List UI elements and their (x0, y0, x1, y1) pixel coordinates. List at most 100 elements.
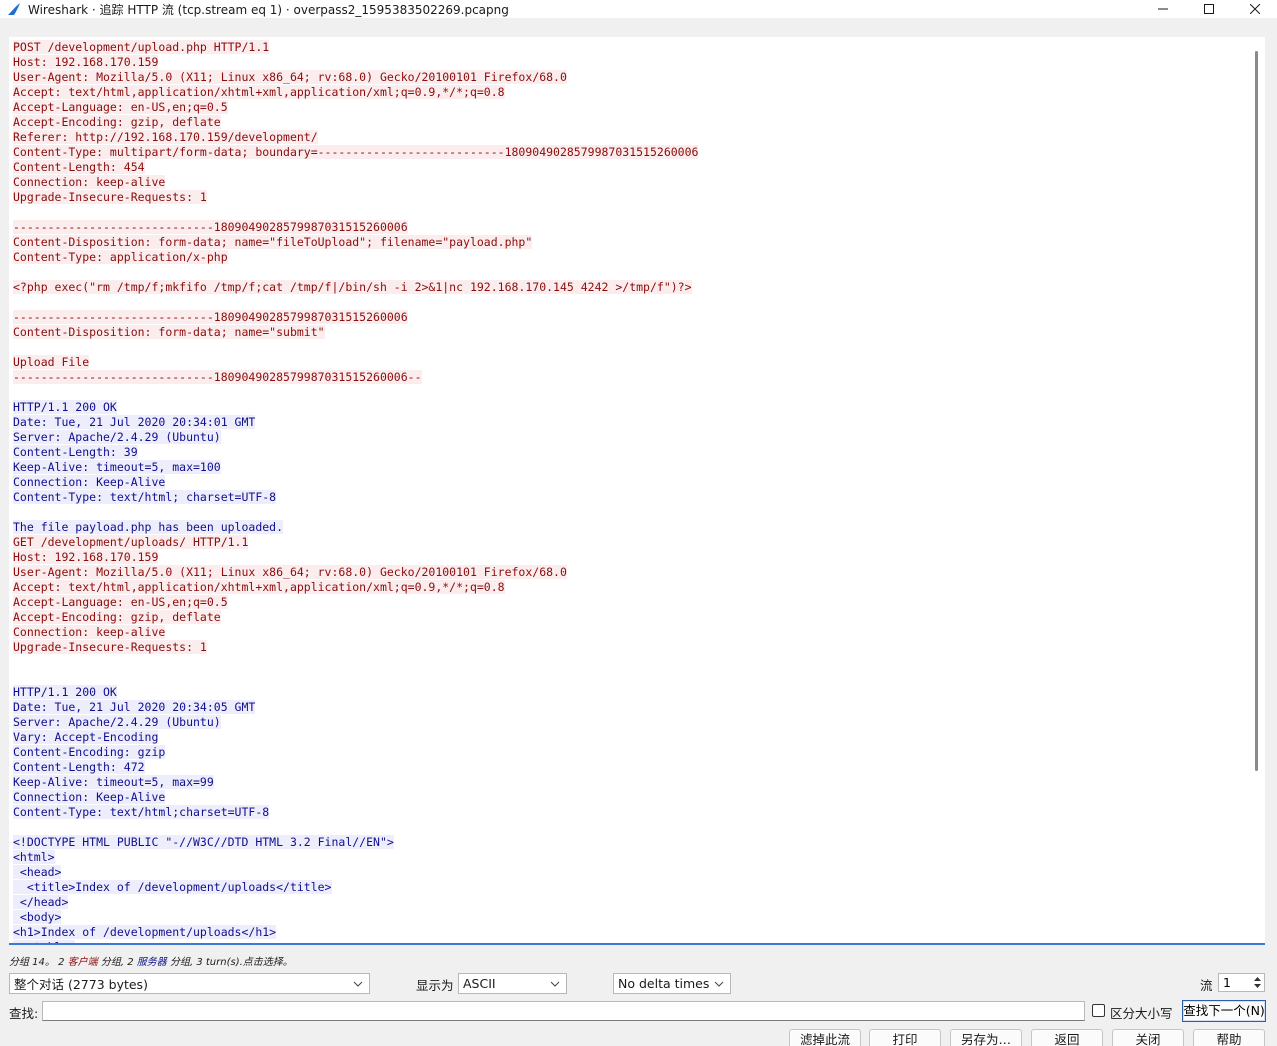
stream-line-text: Connection: Keep-Alive (13, 790, 166, 804)
client-stream-line: Upload File (13, 355, 1249, 370)
show-as-label: 显示为 (416, 978, 454, 993)
delta-times-select[interactable]: No delta times (613, 973, 731, 994)
server-stream-line: <body> (13, 910, 1249, 925)
stream-line-text: Upload File (13, 355, 90, 369)
window-title: Wireshark · 追踪 HTTP 流 (tcp.stream eq 1) … (28, 2, 509, 17)
server-stream-line: Server: Apache/2.4.29 (Ubuntu) (13, 715, 1249, 730)
server-stream-line: Content-Type: text/html; charset=UTF-8 (13, 490, 1249, 505)
stream-line-text: Content-Disposition: form-data; name="su… (13, 325, 325, 339)
find-next-button[interactable]: 查找下一个(N) (1182, 1000, 1266, 1022)
client-stream-line (13, 385, 1249, 400)
stream-line-text: Connection: Keep-Alive (13, 475, 166, 489)
maximize-button[interactable] (1186, 0, 1232, 18)
stream-line-text: <!DOCTYPE HTML PUBLIC "-//W3C//DTD HTML … (13, 835, 394, 849)
stream-line-text: Accept-Language: en-US,en;q=0.5 (13, 595, 228, 609)
stream-line-text: POST /development/upload.php HTTP/1.1 (13, 40, 270, 54)
print-button[interactable]: 打印 (869, 1029, 941, 1046)
server-stream-line: Content-Length: 472 (13, 760, 1249, 775)
help-button[interactable]: 帮助 (1193, 1029, 1265, 1046)
client-stream-line: User-Agent: Mozilla/5.0 (X11; Linux x86_… (13, 565, 1249, 580)
scrollbar-thumb[interactable] (1255, 51, 1258, 771)
server-stream-line: <title>Index of /development/uploads</ti… (13, 880, 1249, 895)
stream-content-pane[interactable]: POST /development/upload.php HTTP/1.1 Hos… (9, 37, 1265, 945)
server-stream-line (13, 505, 1249, 520)
stream-line-text: Content-Length: 472 (13, 760, 145, 774)
server-stream-line: HTTP/1.1 200 OK (13, 685, 1249, 700)
find-input[interactable] (42, 1001, 1085, 1021)
client-stream-line: Accept-Encoding: gzip, deflate (13, 115, 1249, 130)
close-button[interactable]: 关闭 (1112, 1029, 1184, 1046)
save-as-button[interactable]: 另存为… (950, 1029, 1022, 1046)
server-stream-line: Content-Length: 39 (13, 445, 1249, 460)
stream-line-text: <title>Index of /development/uploads</ti… (13, 880, 332, 894)
wireshark-fin-icon (8, 3, 20, 15)
client-stream-line: Accept: text/html,application/xhtml+xml,… (13, 580, 1249, 595)
stream-line-text: Vary: Accept-Encoding (13, 730, 159, 744)
stream-line-text: Date: Tue, 21 Jul 2020 20:34:01 GMT (13, 415, 256, 429)
client-stream-line: -----------------------------18090490285… (13, 220, 1249, 235)
stream-line-text: Accept-Language: en-US,en;q=0.5 (13, 100, 228, 114)
client-stream-line: Content-Disposition: form-data; name="su… (13, 325, 1249, 340)
server-stream-line: HTTP/1.1 200 OK (13, 400, 1249, 415)
server-stream-line: <html> (13, 850, 1249, 865)
client-stream-line: Upgrade-Insecure-Requests: 1 (13, 640, 1249, 655)
server-stream-line: <head> (13, 865, 1249, 880)
spin-arrows-icon[interactable] (1253, 975, 1262, 990)
back-button[interactable]: 返回 (1031, 1029, 1103, 1046)
server-stream-line: Date: Tue, 21 Jul 2020 20:34:01 GMT (13, 415, 1249, 430)
server-stream-line: Date: Tue, 21 Jul 2020 20:34:05 GMT (13, 700, 1249, 715)
server-stream-line: Connection: Keep-Alive (13, 475, 1249, 490)
case-sensitive-checkbox[interactable] (1092, 1004, 1105, 1017)
stream-line-text: HTTP/1.1 200 OK (13, 400, 117, 414)
close-window-button[interactable] (1232, 0, 1277, 18)
stream-line-text: The file payload.php has been uploaded. (13, 520, 284, 534)
server-stream-line: Connection: Keep-Alive (13, 790, 1249, 805)
stream-line-text: User-Agent: Mozilla/5.0 (X11; Linux x86_… (13, 70, 567, 84)
close-icon (1250, 4, 1260, 14)
stream-label: 流 (1200, 978, 1213, 993)
client-stream-line: -----------------------------18090490285… (13, 370, 1249, 385)
client-stream-line (13, 655, 1249, 670)
maximize-icon (1204, 4, 1214, 14)
client-stream-line: POST /development/upload.php HTTP/1.1 (13, 40, 1249, 55)
conversation-select[interactable]: 整个对话 (2773 bytes) (9, 973, 370, 994)
minimize-button[interactable] (1140, 0, 1186, 18)
stream-line-text: Accept: text/html,application/xhtml+xml,… (13, 85, 505, 99)
stream-line-text: </head> (13, 895, 69, 909)
summary-turns: 3 turn(s).点击选择。 (196, 957, 293, 968)
client-stream-line: Content-Type: application/x-php (13, 250, 1249, 265)
show-as-select[interactable]: ASCII (458, 973, 567, 994)
stream-line-text: Host: 192.168.170.159 (13, 55, 159, 69)
client-stream-line: Host: 192.168.170.159 (13, 550, 1249, 565)
client-stream-line: Connection: keep-alive (13, 175, 1249, 190)
delta-times-select-value: No delta times (618, 976, 710, 991)
summary-server-suffix: 分组, (169, 957, 194, 968)
stream-line-text: Keep-Alive: timeout=5, max=99 (13, 775, 214, 789)
client-stream-line: Content-Disposition: form-data; name="fi… (13, 235, 1249, 250)
show-as-select-value: ASCII (463, 976, 496, 991)
vertical-scrollbar[interactable] (1249, 37, 1265, 943)
server-stream-line: The file payload.php has been uploaded. (13, 520, 1249, 535)
stream-line-text: Connection: keep-alive (13, 175, 166, 189)
server-stream-line (13, 820, 1249, 835)
client-stream-line: Accept-Language: en-US,en;q=0.5 (13, 595, 1249, 610)
stream-text[interactable]: POST /development/upload.php HTTP/1.1 Hos… (13, 40, 1249, 943)
chevron-down-icon (353, 981, 363, 987)
filter-out-stream-button[interactable]: 滤掉此流 (789, 1029, 861, 1046)
client-stream-line: Accept-Encoding: gzip, deflate (13, 610, 1249, 625)
stream-summary: 分组 14。 2 客户端 分组, 2 服务器 分组, 3 turn(s).点击选… (9, 953, 293, 968)
stream-line-text: Content-Disposition: form-data; name="fi… (13, 235, 533, 249)
stream-line-text: Content-Length: 454 (13, 160, 145, 174)
stream-number-spinbox[interactable]: 1 (1218, 973, 1265, 992)
chevron-down-icon (550, 981, 560, 987)
stream-line-text: Content-Type: text/html;charset=UTF-8 (13, 805, 270, 819)
summary-client-label: 客户端 (67, 957, 98, 968)
summary-server-label: 服务器 (136, 957, 167, 968)
stream-line-text: Keep-Alive: timeout=5, max=100 (13, 460, 221, 474)
server-stream-line: <h1>Index of /development/uploads</h1> (13, 925, 1249, 940)
server-stream-line: </head> (13, 895, 1249, 910)
server-stream-line: Keep-Alive: timeout=5, max=99 (13, 775, 1249, 790)
client-stream-line: Accept-Language: en-US,en;q=0.5 (13, 100, 1249, 115)
summary-prefix: 分组 14。 (9, 957, 55, 968)
stream-line-text: Upgrade-Insecure-Requests: 1 (13, 190, 207, 204)
